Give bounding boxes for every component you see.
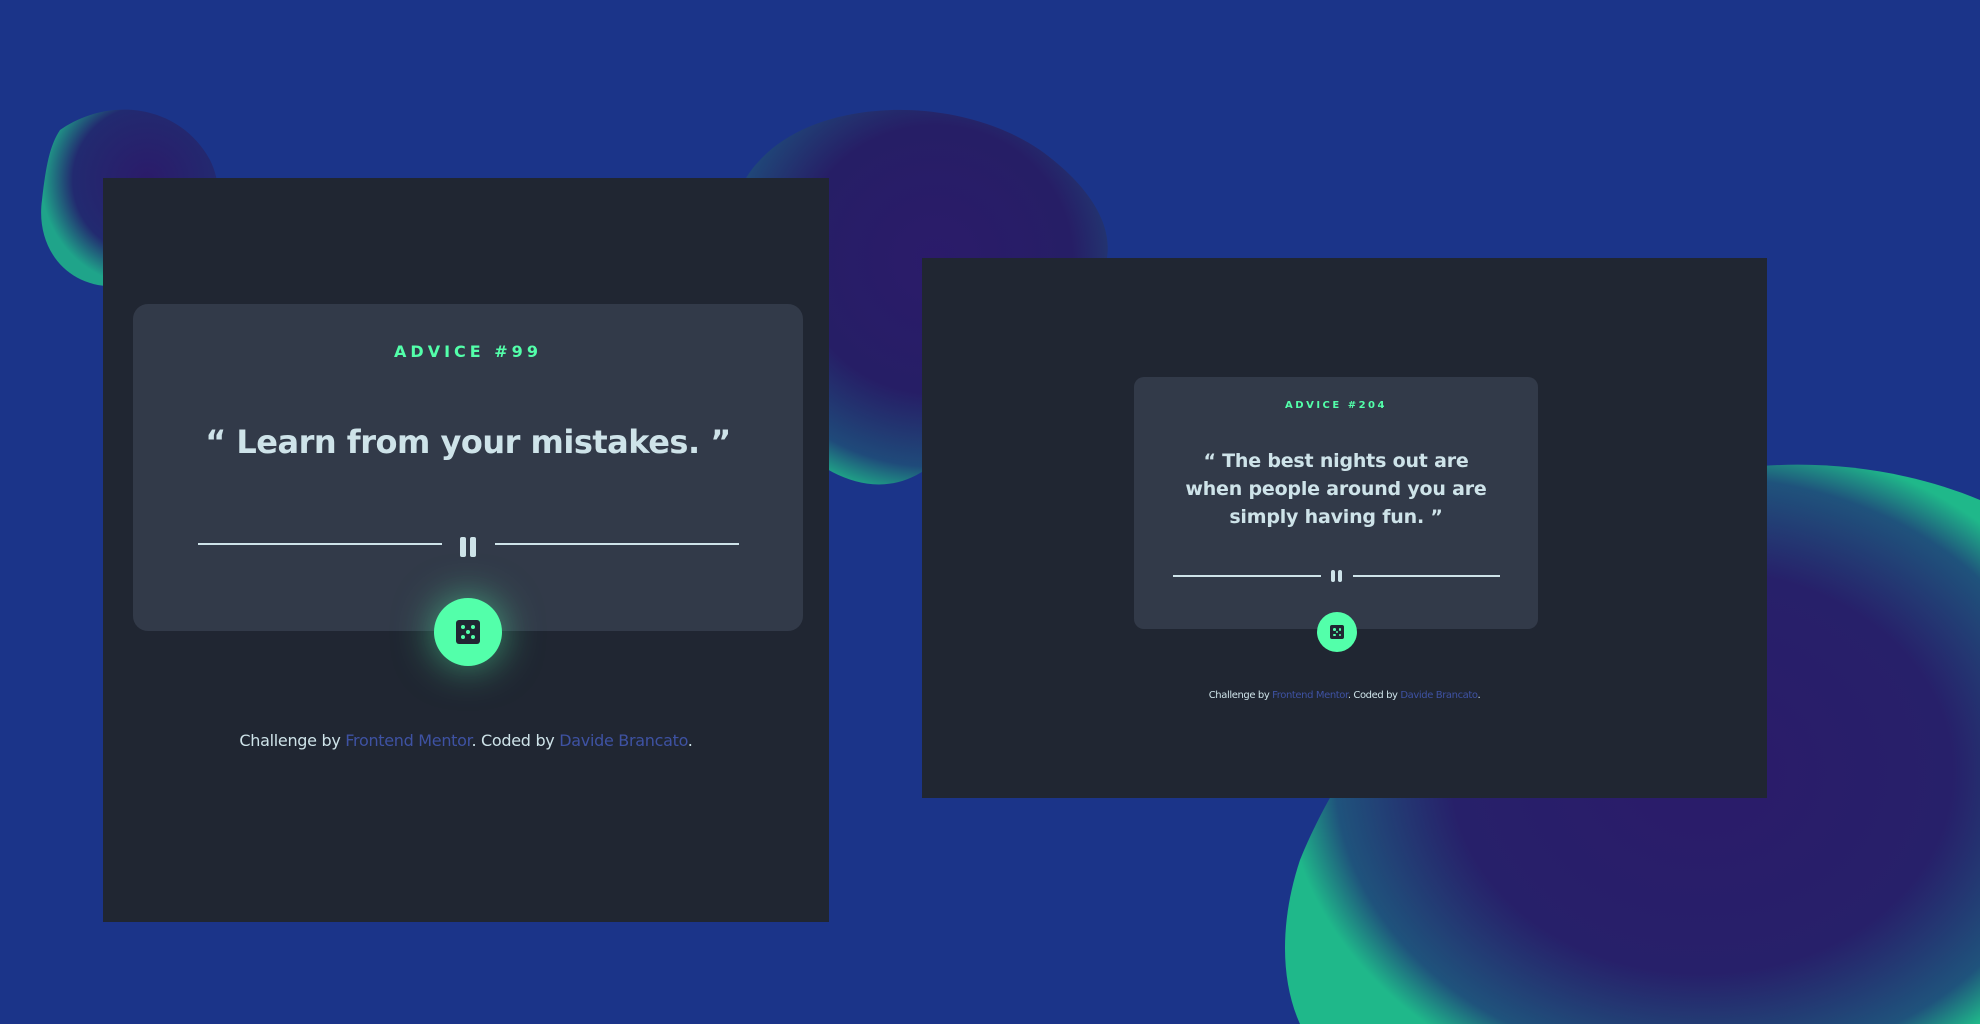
pause-icon (1331, 570, 1342, 582)
divider-line-left (198, 543, 442, 545)
advice-number: ADVICE #204 (1285, 400, 1387, 411)
advice-quote: “ The best nights out are when people ar… (1185, 450, 1487, 528)
author-link[interactable]: Davide Brancato (559, 731, 688, 750)
new-advice-button[interactable] (1317, 612, 1357, 652)
divider-line-left (1173, 575, 1321, 577)
attribution-prefix: Challenge by (239, 731, 346, 750)
attribution: Challenge by Frontend Mentor. Coded by D… (103, 731, 829, 750)
attribution-middle: . Coded by (471, 731, 560, 750)
attribution-suffix: . (1477, 690, 1481, 701)
advice-quote: “ Learn from your mistakes. ” (205, 423, 731, 461)
new-advice-button[interactable] (434, 598, 502, 666)
divider-line-right (495, 543, 739, 545)
advice-card: ADVICE #204 “ The best nights out are wh… (1134, 377, 1538, 629)
advice-card: ADVICE #99 “ Learn from your mistakes. ” (133, 304, 803, 631)
pause-icon (460, 537, 476, 557)
second-preview: ADVICE #204 “ The best nights out are wh… (922, 258, 1767, 798)
advice-number: ADVICE #99 (394, 342, 542, 361)
attribution-prefix: Challenge by (1208, 690, 1273, 701)
dice-icon (456, 620, 480, 644)
frontend-mentor-link[interactable]: Frontend Mentor (1272, 690, 1348, 701)
author-link[interactable]: Davide Brancato (1400, 690, 1478, 701)
attribution: Challenge by Frontend Mentor. Coded by D… (922, 690, 1767, 701)
attribution-middle: . Coded by (1347, 690, 1401, 701)
frontend-mentor-link[interactable]: Frontend Mentor (345, 731, 471, 750)
attribution-suffix: . (687, 731, 693, 750)
divider-line-right (1353, 575, 1500, 577)
desktop-preview: ADVICE #99 “ Learn from your mistakes. ”… (103, 178, 829, 922)
dice-icon (1330, 625, 1344, 639)
